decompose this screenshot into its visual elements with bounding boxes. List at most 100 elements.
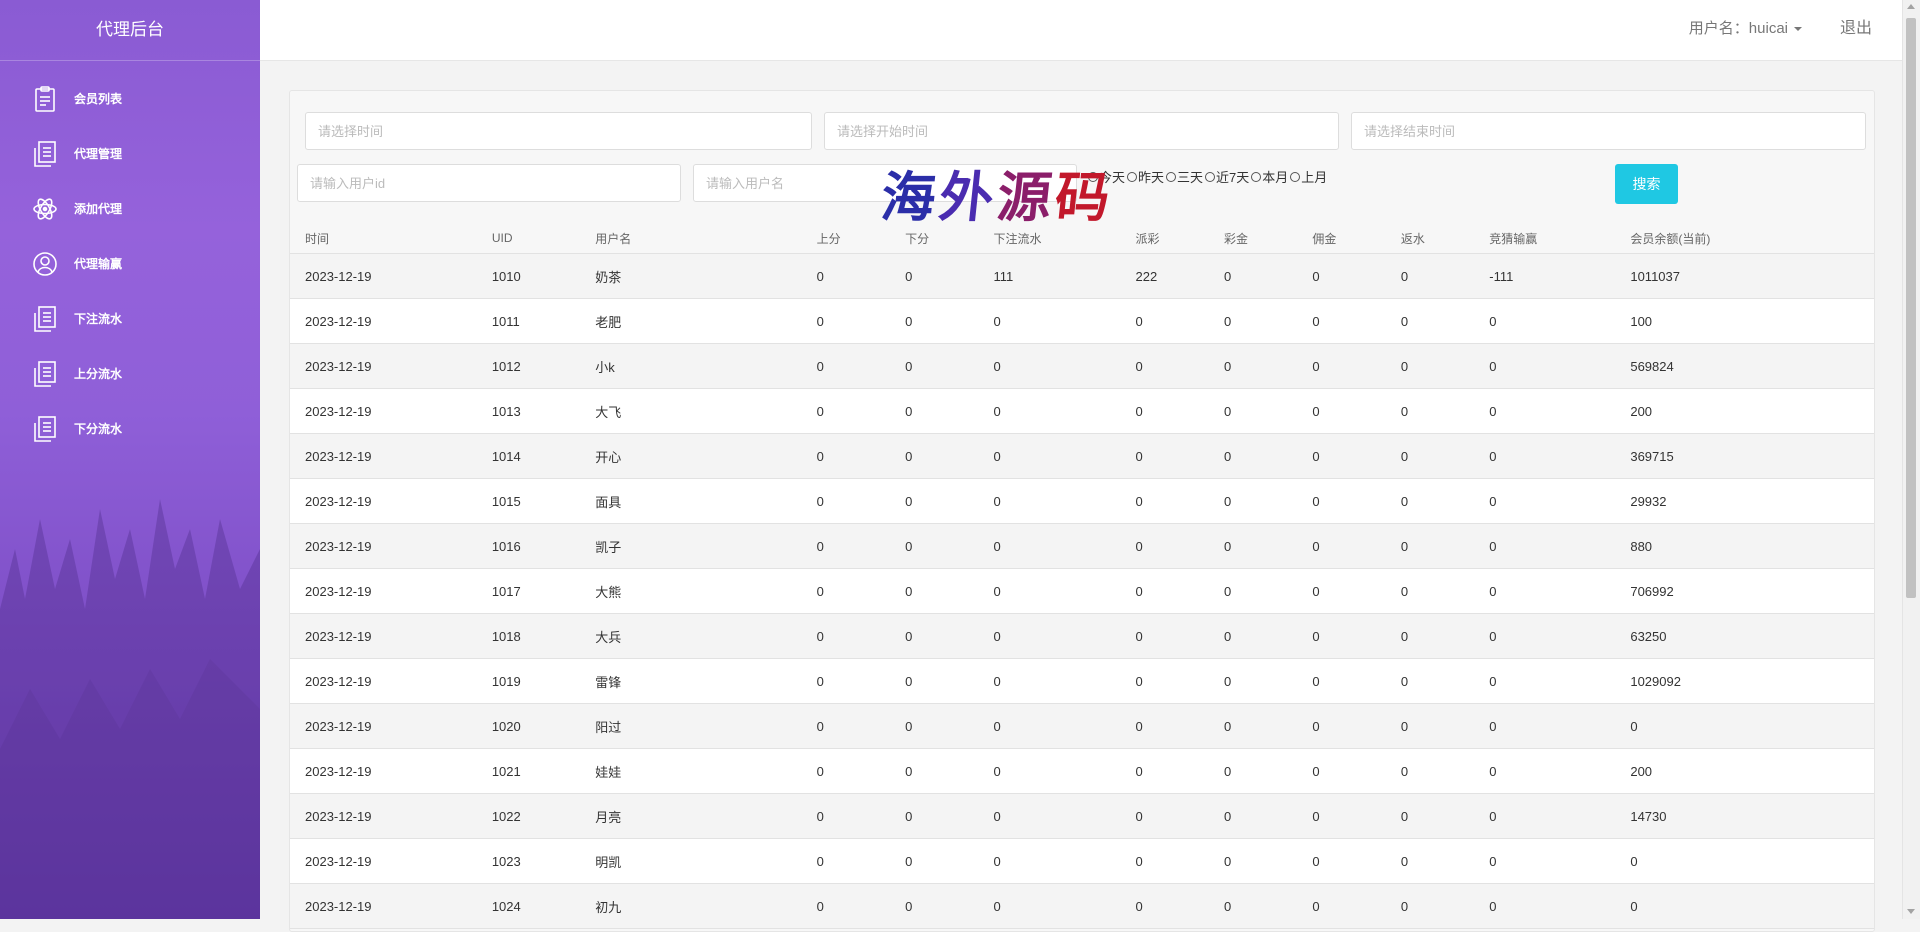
table-cell: 0 — [905, 838, 994, 884]
table-cell: 0 — [905, 433, 994, 479]
table-cell: 0 — [1135, 658, 1225, 704]
table-cell: 0 — [1489, 658, 1631, 704]
radio-label: 近7天 — [1216, 170, 1250, 185]
table-body: 2023-12-19 1010 奶茶 0 0 111 222 0 0 0 -111 1011037 20… — [290, 253, 1874, 929]
table-cell: 0 — [1400, 568, 1490, 614]
table-row: 2023-12-19 1012 小k 0 0 0 0 0 0 0 0 569824 — [290, 343, 1874, 389]
table-cell: 0 — [816, 298, 906, 344]
table-cell: 0 — [1135, 388, 1225, 434]
table-cell: 2023-12-19 — [290, 388, 492, 434]
table-row: 2023-12-19 1024 初九 0 0 0 0 0 0 0 0 0 — [290, 883, 1874, 929]
logout-link[interactable]: 退出 — [1840, 0, 1872, 58]
table-cell: 老肥 — [595, 298, 817, 344]
table-cell: 111 — [993, 253, 1136, 299]
sidebar-item-member-list[interactable]: 会员列表 — [0, 71, 260, 126]
table-cell: -111 — [1489, 253, 1631, 299]
radio-circle-icon — [1166, 171, 1177, 182]
column-header: 时间 — [290, 223, 492, 254]
table-cell: 1015 — [491, 478, 596, 524]
sidebar-item-agent-winloss[interactable]: 代理输赢 — [0, 236, 260, 291]
table-cell: 0 — [816, 523, 906, 569]
table-cell: 1012 — [491, 343, 596, 389]
scroll-down-arrow-icon[interactable] — [1907, 909, 1915, 914]
table-cell: 0 — [1312, 838, 1401, 884]
sidebar-menu: 会员列表 代理管理 添加代理 代理输赢 下注流水 上分流水 下分流水 — [0, 71, 260, 456]
watermark-char: 海 — [878, 165, 943, 229]
table-cell: 0 — [1135, 748, 1225, 794]
table-cell: 14730 — [1630, 793, 1874, 839]
time-picker-input[interactable] — [305, 112, 812, 150]
table-cell: 0 — [905, 658, 994, 704]
user-menu[interactable]: 用户名：huicai — [1689, 0, 1802, 58]
search-button[interactable]: 搜索 — [1615, 164, 1678, 204]
column-header: 佣金 — [1312, 223, 1401, 254]
table-cell: 1022 — [491, 793, 596, 839]
column-header: 返水 — [1400, 223, 1490, 254]
radio-yesterday[interactable]: 昨天 — [1127, 167, 1164, 186]
table-cell: 1013 — [491, 388, 596, 434]
table-cell: 2023-12-19 — [290, 433, 492, 479]
sidebar-item-withdraw-flow[interactable]: 下分流水 — [0, 401, 260, 456]
column-header: 派彩 — [1135, 223, 1225, 254]
sidebar-item-agent-manage[interactable]: 代理管理 — [0, 126, 260, 181]
table-cell: 0 — [1224, 523, 1313, 569]
table-cell: 0 — [1489, 433, 1631, 479]
table-cell: 0 — [816, 658, 906, 704]
table-cell: 0 — [1489, 883, 1631, 929]
table-cell: 0 — [1489, 388, 1631, 434]
table-cell: 0 — [816, 478, 906, 524]
date-range-radios: 今天 昨天 三天 近7天 本月 上月 — [1088, 167, 1329, 186]
radio-last-month[interactable]: 上月 — [1290, 167, 1327, 186]
ledger-icon — [32, 304, 58, 334]
table-cell: 0 — [1224, 433, 1313, 479]
end-time-input[interactable] — [1351, 112, 1866, 150]
table-cell: 0 — [1312, 613, 1401, 659]
table-cell: 63250 — [1630, 613, 1874, 659]
table-cell: 0 — [905, 793, 994, 839]
sidebar-item-label: 添加代理 — [74, 202, 123, 216]
scrollbar-thumb[interactable] — [1906, 18, 1916, 598]
table-cell: 0 — [1489, 478, 1631, 524]
radio-last-7-days[interactable]: 近7天 — [1205, 167, 1249, 186]
table-cell: 1011 — [491, 298, 596, 344]
table-cell: 0 — [1400, 388, 1490, 434]
table-cell: 2023-12-19 — [290, 703, 492, 749]
start-time-input[interactable] — [824, 112, 1339, 150]
scroll-up-arrow-icon[interactable] — [1907, 4, 1915, 9]
radio-this-month[interactable]: 本月 — [1251, 167, 1288, 186]
table-header: 时间 UID 用户名 上分 下分 下注流水 派彩 彩金 佣金 返水 竞猜输赢 会员余额(当前) — [290, 223, 1874, 254]
table-cell: 0 — [993, 298, 1136, 344]
table-cell: 0 — [1224, 613, 1313, 659]
table-cell: 0 — [1312, 388, 1401, 434]
table-cell: 0 — [1400, 253, 1490, 299]
table-cell: 0 — [1400, 478, 1490, 524]
table-cell: 0 — [1400, 343, 1490, 389]
table-cell: 0 — [1312, 703, 1401, 749]
user-id-input[interactable] — [297, 164, 681, 202]
table-cell: 初九 — [595, 883, 817, 929]
table-cell: 阳过 — [595, 703, 817, 749]
caret-down-icon — [1794, 27, 1802, 32]
radio-three-days[interactable]: 三天 — [1166, 167, 1203, 186]
table-cell: 0 — [1489, 298, 1631, 344]
table-cell: 0 — [993, 703, 1136, 749]
page-scrollbar[interactable] — [1902, 0, 1920, 919]
sidebar-item-add-agent[interactable]: 添加代理 — [0, 181, 260, 236]
sidebar-item-label: 下注流水 — [74, 312, 123, 326]
atom-icon — [32, 194, 58, 224]
filter-table-panel: 今天 昨天 三天 近7天 本月 上月 搜索 海外源码 时间UID用户名上分下分下… — [289, 90, 1875, 932]
table-cell: 2023-12-19 — [290, 478, 492, 524]
table-cell: 569824 — [1630, 343, 1874, 389]
table-cell: 2023-12-19 — [290, 253, 492, 299]
table-cell: 200 — [1630, 388, 1874, 434]
table-cell: 0 — [905, 613, 994, 659]
table-cell: 0 — [816, 568, 906, 614]
table-row: 2023-12-19 1013 大飞 0 0 0 0 0 0 0 0 200 — [290, 388, 1874, 434]
table-cell: 0 — [1135, 838, 1225, 884]
table-cell: 0 — [905, 703, 994, 749]
sidebar: 代理后台 会员列表 代理管理 添加代理 代理输赢 下注流水 上分流水 下分流水 — [0, 0, 260, 919]
column-header: 彩金 — [1224, 223, 1313, 254]
sidebar-item-bet-flow[interactable]: 下注流水 — [0, 291, 260, 346]
sidebar-item-deposit-flow[interactable]: 上分流水 — [0, 346, 260, 401]
table-cell: 0 — [1312, 748, 1401, 794]
